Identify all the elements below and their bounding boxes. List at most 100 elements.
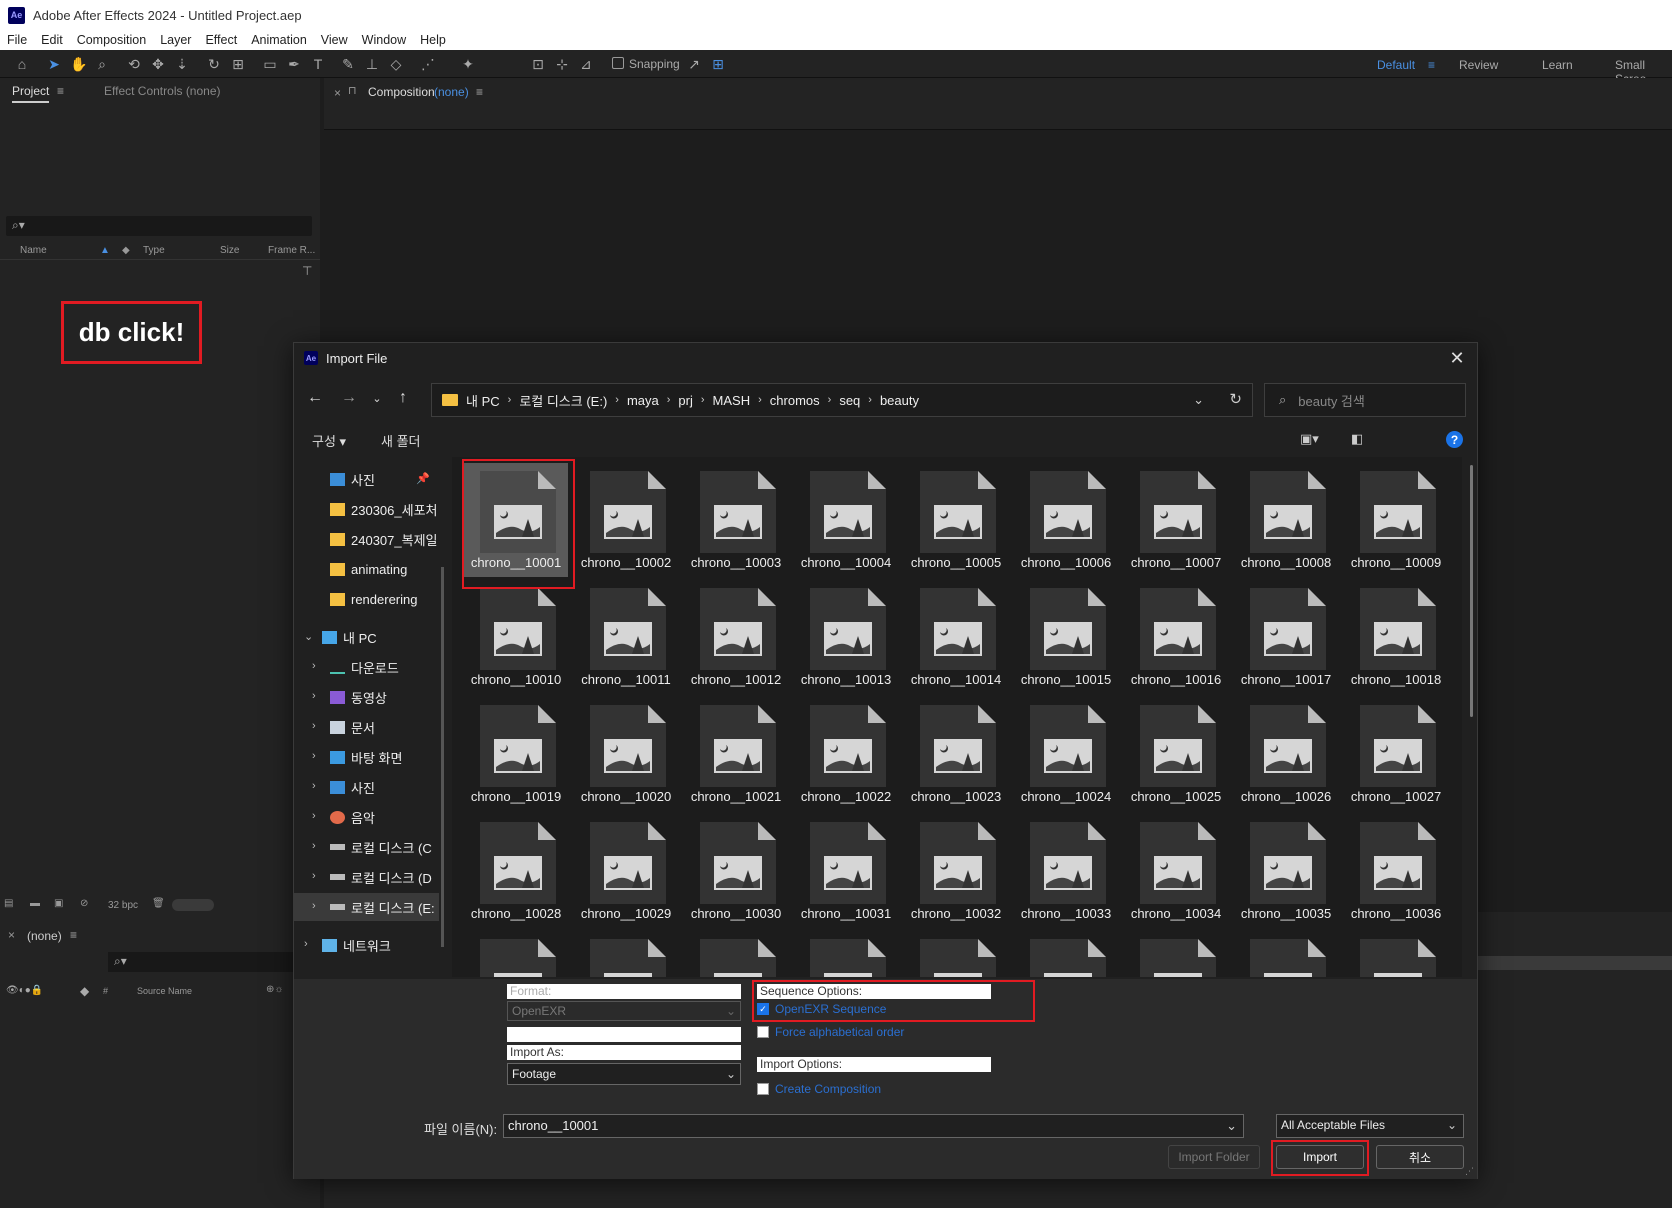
- chevron-down-icon[interactable]: ⌄: [1226, 1118, 1237, 1134]
- nav-item[interactable]: 다운로드: [330, 653, 399, 681]
- tab-effect-controls[interactable]: Effect Controls (none): [104, 84, 221, 98]
- lock-icon[interactable]: ⊓: [348, 84, 357, 97]
- composition-tab-value[interactable]: (none): [434, 85, 469, 99]
- chevron-down-icon[interactable]: ⌄: [1193, 392, 1204, 408]
- menu-animation[interactable]: Animation: [244, 33, 314, 47]
- file-item[interactable]: chrono__10014: [904, 580, 1008, 694]
- chevron-right-icon[interactable]: ›: [312, 750, 316, 762]
- nav-item[interactable]: 동영상: [330, 683, 387, 711]
- workspace-learn[interactable]: Learn: [1542, 58, 1573, 72]
- axis-mode-icon[interactable]: ⊡: [530, 56, 546, 72]
- nav-item[interactable]: 240307_복제일: [330, 525, 438, 553]
- trash-icon[interactable]: 🗑: [152, 898, 165, 909]
- new-comp-icon[interactable]: ▣: [54, 898, 63, 909]
- file-item[interactable]: chrono__10010: [464, 580, 568, 694]
- panel-menu-icon[interactable]: ≡: [70, 928, 77, 942]
- file-item[interactable]: [464, 931, 568, 977]
- new-folder-button[interactable]: 새 폴더: [381, 431, 421, 450]
- chevron-right-icon[interactable]: ›: [312, 840, 316, 852]
- file-item[interactable]: chrono__10018: [1344, 580, 1448, 694]
- panel-menu-icon[interactable]: ≡: [57, 84, 64, 98]
- file-item[interactable]: chrono__10033: [1014, 814, 1118, 928]
- close-tab-icon[interactable]: ×: [8, 928, 15, 942]
- roto-tool-icon[interactable]: ⋰: [420, 56, 436, 72]
- panel-menu-icon[interactable]: ≡: [476, 85, 483, 99]
- file-item[interactable]: chrono__10011: [574, 580, 678, 694]
- file-item[interactable]: chrono__10036: [1344, 814, 1448, 928]
- nav-item[interactable]: animating: [330, 555, 407, 583]
- nav-item[interactable]: 문서: [330, 713, 375, 741]
- project-search-input[interactable]: ⌕▾: [6, 216, 312, 236]
- file-item[interactable]: chrono__10024: [1014, 697, 1118, 811]
- file-item[interactable]: chrono__10034: [1124, 814, 1228, 928]
- rotate-tool-icon[interactable]: ↻: [206, 56, 222, 72]
- composition-tab-label[interactable]: Composition: [368, 85, 435, 99]
- file-item[interactable]: chrono__10012: [684, 580, 788, 694]
- thumbnail-slider[interactable]: [172, 899, 214, 911]
- up-icon[interactable]: ↑: [392, 389, 414, 407]
- file-type-filter[interactable]: All Acceptable Files ⌄: [1276, 1114, 1464, 1138]
- organize-button[interactable]: 구성 ▾: [312, 431, 346, 450]
- eraser-tool-icon[interactable]: ◇: [388, 56, 404, 72]
- file-item[interactable]: chrono__10025: [1124, 697, 1228, 811]
- path-segment[interactable]: beauty: [880, 393, 919, 408]
- file-item[interactable]: chrono__10009: [1344, 463, 1448, 577]
- menu-composition[interactable]: Composition: [70, 33, 153, 47]
- resize-grip-icon[interactable]: ⋰: [1465, 1166, 1474, 1177]
- refresh-icon[interactable]: ↻: [1229, 390, 1242, 408]
- address-bar[interactable]: 내 PC › 로컬 디스크 (E:) › maya › prj › MASH › chro…: [431, 383, 1253, 417]
- flowchart-icon[interactable]: ⊤: [302, 264, 312, 278]
- stamp-tool-icon[interactable]: ⊥: [364, 56, 380, 72]
- nav-item[interactable]: 음악: [330, 803, 375, 831]
- sort-asc-icon[interactable]: ▲: [100, 245, 110, 256]
- chevron-right-icon[interactable]: ›: [312, 690, 316, 702]
- pen-tool-icon[interactable]: ✒: [286, 56, 302, 72]
- zoom-tool-icon[interactable]: ⌕: [94, 56, 110, 72]
- menu-effect[interactable]: Effect: [198, 33, 244, 47]
- chevron-right-icon[interactable]: ›: [312, 870, 316, 882]
- path-segment[interactable]: 로컬 디스크 (E:): [519, 391, 607, 410]
- path-segment[interactable]: MASH: [713, 393, 751, 408]
- file-item[interactable]: chrono__10021: [684, 697, 788, 811]
- file-item[interactable]: [794, 931, 898, 977]
- pin-icon[interactable]: 📌: [416, 472, 430, 485]
- rectangle-tool-icon[interactable]: ▭: [262, 56, 278, 72]
- file-item[interactable]: chrono__10006: [1014, 463, 1118, 577]
- close-tab-icon[interactable]: ×: [334, 86, 341, 100]
- chevron-down-icon[interactable]: ⌄: [304, 630, 313, 643]
- path-segment[interactable]: prj: [678, 393, 692, 408]
- source-name-col[interactable]: Source Name: [137, 986, 192, 996]
- snap-grid-icon[interactable]: ⊞: [710, 56, 726, 72]
- snap-options-icon[interactable]: ↗: [686, 56, 702, 72]
- menu-view[interactable]: View: [314, 33, 355, 47]
- tab-project[interactable]: Project: [12, 84, 50, 103]
- file-item[interactable]: [904, 931, 1008, 977]
- import-folder-button[interactable]: Import Folder: [1168, 1145, 1260, 1169]
- orbit-tool-icon[interactable]: ⟲: [126, 56, 142, 72]
- file-item[interactable]: chrono__10029: [574, 814, 678, 928]
- new-folder-icon[interactable]: ▬: [30, 898, 40, 909]
- back-icon[interactable]: ←: [304, 389, 326, 407]
- file-item[interactable]: chrono__10027: [1344, 697, 1448, 811]
- import-as-select[interactable]: Footage ⌄: [507, 1063, 741, 1085]
- flowchart-footer-icon[interactable]: ⊘: [80, 898, 88, 909]
- cancel-button[interactable]: 취소: [1376, 1145, 1464, 1169]
- timeline-tab[interactable]: (none): [27, 929, 62, 943]
- dolly-tool-icon[interactable]: ⇣: [174, 56, 190, 72]
- create-composition-checkbox[interactable]: [757, 1083, 769, 1095]
- file-item[interactable]: chrono__10015: [1014, 580, 1118, 694]
- file-item[interactable]: chrono__10031: [794, 814, 898, 928]
- bpc-label[interactable]: 32 bpc: [108, 900, 138, 911]
- forward-icon[interactable]: →: [338, 389, 360, 407]
- file-item[interactable]: chrono__10023: [904, 697, 1008, 811]
- menu-window[interactable]: Window: [355, 33, 413, 47]
- create-composition-label[interactable]: Create Composition: [775, 1082, 881, 1096]
- home-icon[interactable]: ⌂: [14, 56, 30, 72]
- menu-layer[interactable]: Layer: [153, 33, 198, 47]
- file-item[interactable]: chrono__10030: [684, 814, 788, 928]
- file-item[interactable]: [574, 931, 678, 977]
- snapping-checkbox[interactable]: [612, 57, 624, 69]
- file-grid-scrollbar[interactable]: [1470, 465, 1473, 717]
- file-item[interactable]: chrono__10022: [794, 697, 898, 811]
- workspace-menu-icon[interactable]: ≡: [1428, 58, 1435, 72]
